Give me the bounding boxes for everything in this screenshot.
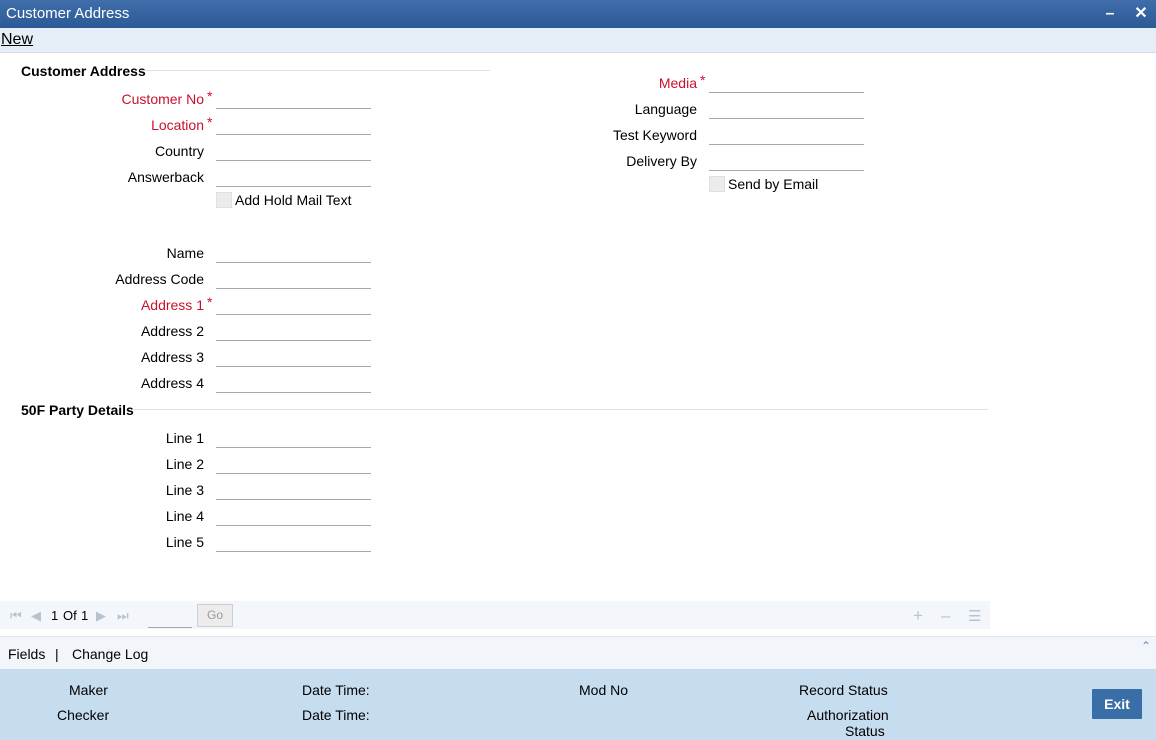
minimize-icon[interactable]: – (1100, 4, 1120, 24)
last-page-icon[interactable]: ⏭ (117, 608, 129, 624)
delivery-by-field[interactable] (709, 148, 864, 171)
new-menu-item[interactable]: New (1, 31, 33, 49)
page-number-input[interactable] (148, 607, 192, 628)
language-label: Language (634, 101, 697, 117)
menu-strip: New (0, 28, 1156, 53)
line-4-label: Line 4 (165, 508, 204, 524)
required-marker: * (700, 72, 706, 88)
location-field[interactable] (216, 112, 371, 135)
section-title-customer-address: Customer Address (21, 63, 146, 79)
change-log-link[interactable]: Change Log (72, 646, 148, 662)
checker-date-time-label: Date Time: (302, 707, 370, 723)
add-hold-mail-text-checkbox[interactable] (216, 192, 232, 208)
section-title-50f-party-details: 50F Party Details (21, 402, 134, 418)
test-keyword-field[interactable] (709, 122, 864, 145)
maker-date-time-label: Date Time: (302, 682, 370, 698)
mod-no-label: Mod No (579, 682, 629, 698)
delivery-by-label: Delivery By (626, 153, 697, 169)
line-1-field[interactable] (216, 425, 371, 448)
address-1-label: Address 1 (140, 297, 204, 313)
checker-label: Checker (57, 707, 110, 723)
previous-page-icon[interactable]: ◀ (31, 608, 41, 624)
address-3-label: Address 3 (140, 349, 204, 365)
page-total: 1 (81, 608, 89, 623)
address-2-label: Address 2 (140, 323, 204, 339)
address-code-field[interactable] (216, 266, 371, 289)
section-divider (140, 70, 490, 71)
line-3-field[interactable] (216, 477, 371, 500)
section-divider (132, 409, 988, 410)
list-view-icon[interactable]: ☰ (968, 607, 981, 625)
required-marker: * (207, 114, 213, 130)
collapse-icon[interactable]: ⌃ (1141, 639, 1151, 653)
next-page-icon[interactable]: ▶ (96, 608, 106, 624)
links-separator: | (55, 646, 59, 662)
address-4-field[interactable] (216, 370, 371, 393)
name-label: Name (166, 245, 204, 261)
name-field[interactable] (216, 240, 371, 263)
maker-label: Maker (69, 682, 108, 698)
page-of-label: Of (63, 608, 77, 623)
required-marker: * (207, 294, 213, 310)
address-4-label: Address 4 (140, 375, 204, 391)
country-label: Country (154, 143, 204, 159)
customer-no-field[interactable] (216, 86, 371, 109)
pager-bar: ⏮ ◀ 1 Of 1 ▶ ⏭ Go + – ☰ (0, 601, 990, 629)
fields-link[interactable]: Fields (8, 646, 45, 662)
window-title: Customer Address (6, 5, 130, 22)
add-hold-mail-text-label: Add Hold Mail Text (235, 192, 352, 208)
links-bar: Fields | Change Log ⌃ (0, 636, 1156, 670)
line-1-label: Line 1 (165, 430, 204, 446)
line-3-label: Line 3 (165, 482, 204, 498)
go-button[interactable]: Go (197, 604, 233, 627)
line-5-label: Line 5 (165, 534, 204, 550)
address-3-field[interactable] (216, 344, 371, 367)
address-2-field[interactable] (216, 318, 371, 341)
add-row-icon[interactable]: + (913, 606, 923, 626)
address-code-label: Address Code (115, 271, 204, 287)
line-2-label: Line 2 (165, 456, 204, 472)
title-bar: Customer Address – ✕ (0, 0, 1156, 28)
required-marker: * (207, 88, 213, 104)
authorization-status-label: Status (845, 723, 885, 739)
address-1-field[interactable] (216, 292, 371, 315)
authorization-label: Authorization (807, 707, 889, 723)
page-current: 1 (51, 608, 59, 623)
send-by-email-label: Send by Email (728, 176, 819, 192)
audit-footer: Maker Checker Date Time: Date Time: Mod … (0, 669, 1156, 740)
location-label: Location (151, 117, 204, 133)
first-page-icon[interactable]: ⏮ (10, 608, 22, 624)
answerback-label: Answerback (127, 169, 204, 185)
exit-button[interactable]: Exit (1092, 689, 1142, 719)
line-2-field[interactable] (216, 451, 371, 474)
delete-row-icon[interactable]: – (941, 606, 950, 626)
line-5-field[interactable] (216, 529, 371, 552)
answerback-field[interactable] (216, 164, 371, 187)
language-field[interactable] (709, 96, 864, 119)
close-icon[interactable]: ✕ (1131, 4, 1151, 24)
test-keyword-label: Test Keyword (612, 127, 697, 143)
send-by-email-checkbox[interactable] (709, 176, 725, 192)
country-field[interactable] (216, 138, 371, 161)
line-4-field[interactable] (216, 503, 371, 526)
media-label: Media (658, 75, 697, 91)
record-status-label: Record Status (799, 682, 888, 698)
media-field[interactable] (709, 70, 864, 93)
customer-no-label: Customer No (121, 91, 204, 107)
